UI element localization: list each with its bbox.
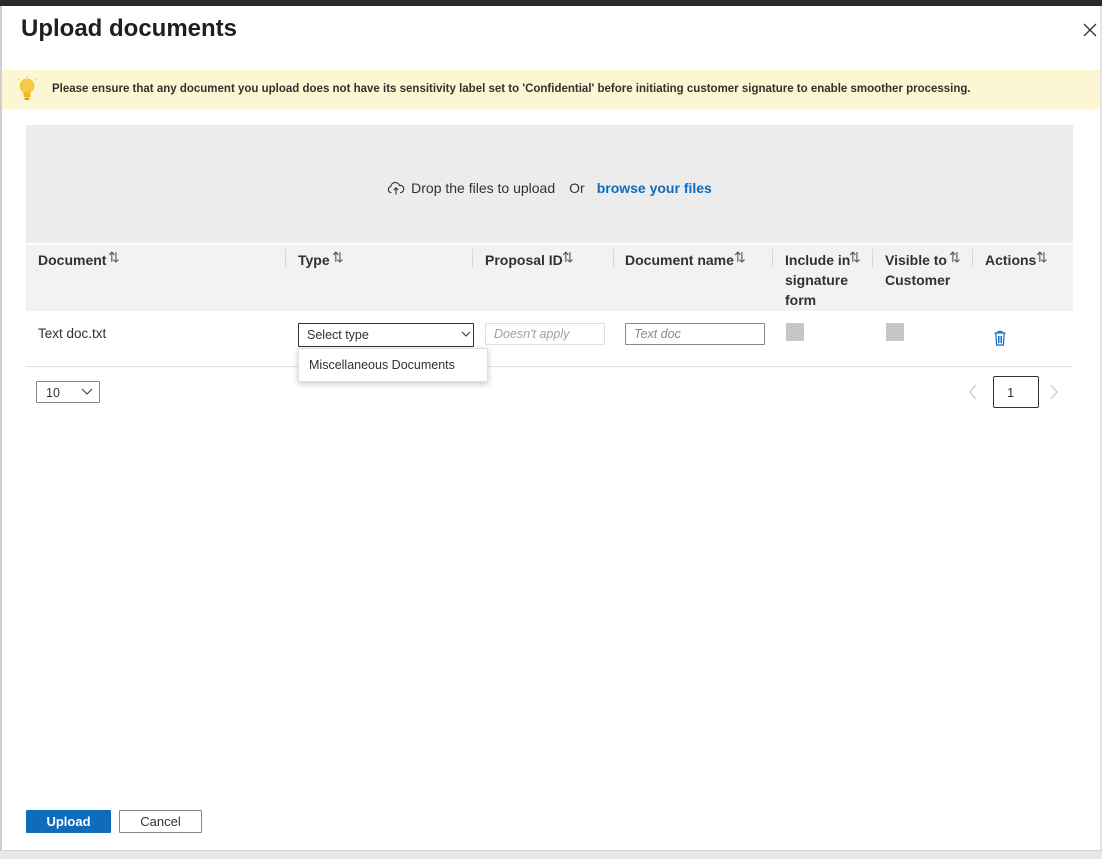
chevron-down-icon [461,331,471,337]
col-document[interactable]: Document ⇅ [26,245,286,311]
type-dropdown-menu: Miscellaneous Documents [298,348,488,382]
chevron-down-icon [81,388,93,395]
left-edge [0,6,2,852]
type-option-miscellaneous[interactable]: Miscellaneous Documents [309,358,455,372]
col-include-signature[interactable]: Include in signature form ⇅ [773,245,873,311]
include-signature-checkbox[interactable] [786,323,804,341]
col-proposal-id-label: Proposal ID [485,252,563,268]
delete-button[interactable] [993,330,1007,351]
col-actions-label: Actions [985,252,1037,268]
sort-icon[interactable]: ⇅ [108,249,120,266]
table-header: Document ⇅ Type ⇅ Proposal ID ⇅ Document… [26,245,1073,311]
document-name-input[interactable] [625,323,765,345]
previous-page-button[interactable] [968,383,978,406]
sort-icon[interactable]: ⇅ [849,249,861,266]
current-page: 1 [1007,385,1015,400]
lightbulb-icon [16,76,38,109]
info-banner: Please ensure that any document you uplo… [2,70,1100,109]
col-proposal-id[interactable]: Proposal ID ⇅ [473,245,613,311]
cloud-upload-icon [387,181,405,198]
sort-icon[interactable]: ⇅ [1036,249,1048,266]
cancel-button[interactable]: Cancel [119,810,202,833]
type-select-value: Select type [307,328,369,342]
trash-icon [994,330,1006,346]
upload-button[interactable]: Upload [26,810,111,833]
sort-icon[interactable]: ⇅ [734,249,746,266]
visible-customer-checkbox[interactable] [886,323,904,341]
chevron-right-icon [1050,384,1058,400]
page-number-input[interactable]: 1 [993,376,1039,408]
page-size-value: 10 [46,386,60,400]
dialog-title: Upload documents [21,15,238,42]
browse-files-link[interactable]: browse your files [597,180,712,196]
file-drop-zone[interactable]: Drop the files to upload Or browse your fi… [26,125,1073,246]
page-size-select[interactable]: 10 [36,381,100,403]
close-button[interactable] [1076,18,1100,42]
table-row: Text doc.txt Select type [26,312,1073,367]
col-document-name[interactable]: Document name ⇅ [613,245,773,311]
document-filename: Text doc.txt [38,326,107,341]
drop-text: Drop the files to upload [411,180,556,196]
chevron-left-icon [969,384,977,400]
col-actions[interactable]: Actions ⇅ [973,245,1073,311]
sort-icon[interactable]: ⇅ [949,249,961,266]
window-top-bar [0,0,1102,6]
col-document-label: Document [38,252,107,268]
or-text: Or [569,180,585,196]
close-icon [1083,23,1097,37]
col-type-label: Type [298,252,330,268]
col-document-name-label: Document name [625,252,734,268]
proposal-id-input [485,323,605,345]
col-visible-customer[interactable]: Visible to Customer ⇅ [873,245,973,311]
col-type[interactable]: Type ⇅ [286,245,472,311]
banner-message: Please ensure that any document you uplo… [52,83,971,95]
col-visible-customer-label: Visible to Customer [885,252,951,288]
sort-icon[interactable]: ⇅ [332,249,344,266]
type-select[interactable]: Select type [298,323,474,347]
sort-icon[interactable]: ⇅ [562,249,574,266]
next-page-button[interactable] [1049,383,1059,406]
